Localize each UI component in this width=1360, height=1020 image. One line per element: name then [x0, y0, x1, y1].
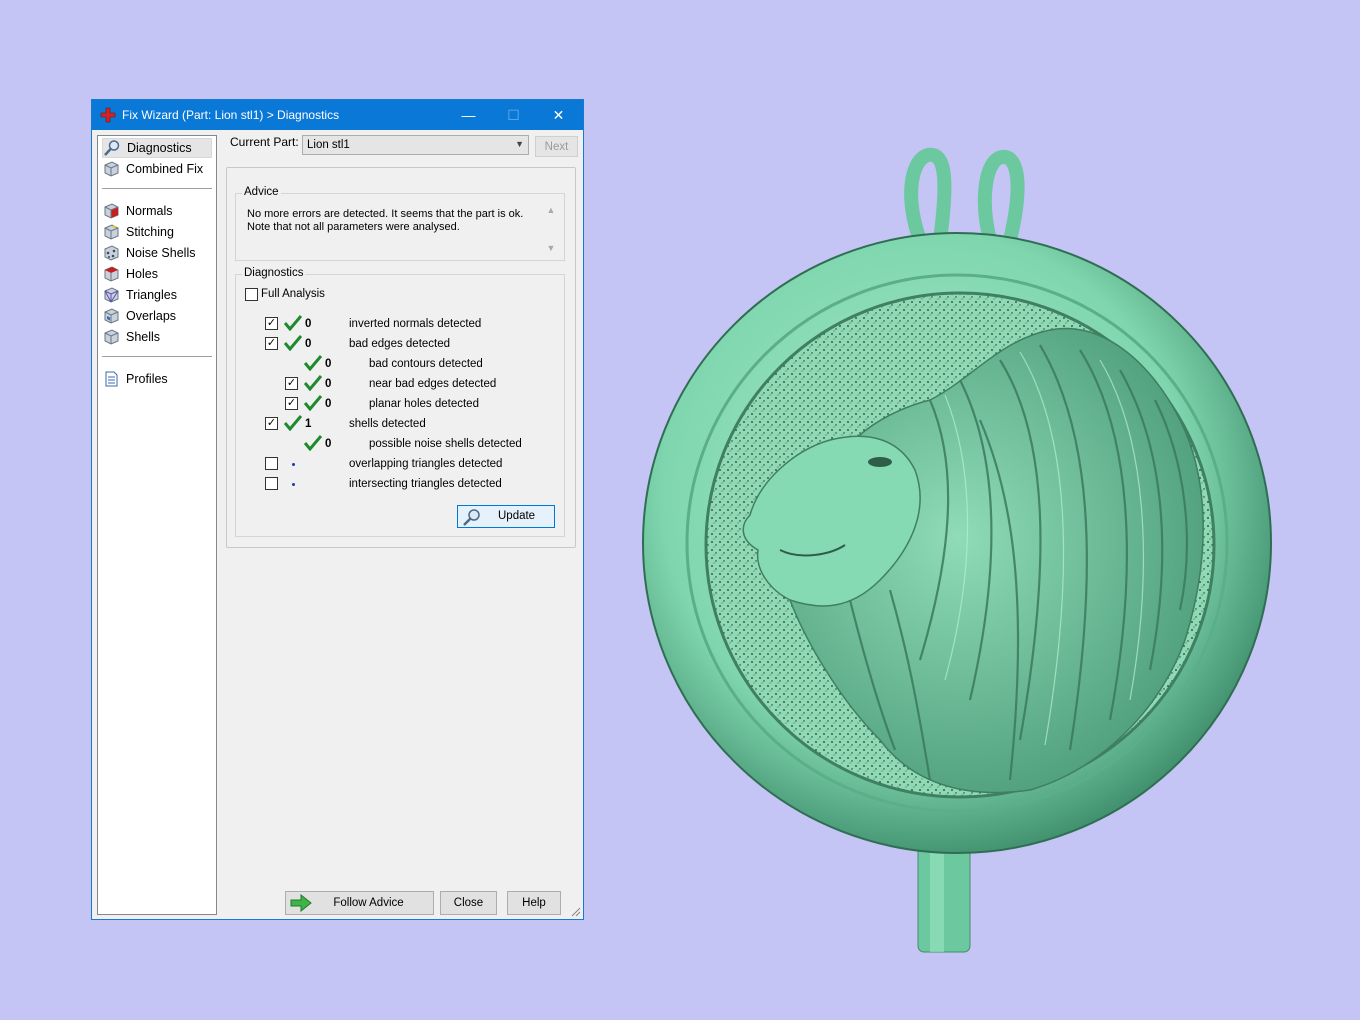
advice-scrollbar[interactable]: ▲ ▼	[544, 205, 558, 253]
pending-dot-icon	[292, 483, 295, 486]
intersecting-triangles-checkbox[interactable]	[265, 477, 278, 490]
magnifier-icon	[104, 140, 120, 156]
bad-contours-count: 0	[325, 358, 332, 370]
follow-advice-button[interactable]: Follow Advice	[285, 891, 434, 915]
nav-item-holes[interactable]: Holes	[102, 264, 212, 284]
nav-separator	[102, 188, 212, 189]
document-icon	[105, 371, 118, 387]
nav-label: Overlaps	[126, 309, 177, 323]
current-part-select[interactable]: Lion stl1 ▼	[302, 135, 529, 155]
current-part-value: Lion stl1	[307, 139, 350, 151]
nav-label: Stitching	[126, 225, 174, 239]
nav-item-shells[interactable]: Shells	[102, 327, 212, 347]
shells-count: 1	[305, 418, 312, 430]
maximize-button[interactable]: ☐	[491, 100, 536, 130]
check-ok-icon	[304, 435, 322, 451]
nav-label: Normals	[126, 204, 173, 218]
current-part-label: Current Part:	[230, 135, 299, 149]
pending-dot-icon	[292, 463, 295, 466]
pendant-bail	[904, 147, 1025, 243]
advice-line-2: Note that not all parameters were analys…	[247, 221, 460, 233]
model-viewport[interactable]	[630, 140, 1290, 970]
nav-label: Triangles	[126, 288, 177, 302]
shells-cube-icon	[104, 329, 119, 345]
nav-label: Shells	[126, 330, 161, 344]
normals-cube-icon	[104, 203, 119, 219]
overlapping-triangles-checkbox[interactable]	[265, 457, 278, 470]
nav-item-combined-fix[interactable]: Combined Fix	[102, 159, 212, 179]
nav-item-overlaps[interactable]: Overlaps	[102, 306, 212, 326]
noise-shells-count: 0	[325, 438, 332, 450]
shells-label: shells detected	[349, 418, 426, 430]
nav-label: Holes	[126, 267, 158, 281]
bad-edges-count: 0	[305, 338, 312, 350]
triangles-cube-icon	[104, 287, 119, 303]
update-label: Update	[498, 510, 536, 522]
fix-wizard-dialog: Fix Wizard (Part: Lion stl1) > Diagnosti…	[91, 99, 584, 920]
full-analysis-checkbox[interactable]	[245, 288, 258, 301]
near-bad-edges-count: 0	[325, 378, 332, 390]
nav-item-triangles[interactable]: Triangles	[102, 285, 212, 305]
inverted-normals-count: 0	[305, 318, 312, 330]
nav-label: Diagnostics	[127, 141, 192, 155]
holes-cube-icon	[104, 266, 119, 282]
nav-item-diagnostics[interactable]: Diagnostics	[102, 138, 212, 158]
nav-label: Noise Shells	[126, 246, 196, 260]
magnifier-icon	[463, 509, 480, 526]
diagnostics-legend: Diagnostics	[242, 267, 306, 279]
near-bad-edges-checkbox[interactable]: ✓	[285, 377, 298, 390]
close-button[interactable]: Close	[440, 891, 497, 915]
scroll-up-icon[interactable]: ▲	[547, 205, 556, 215]
bad-edges-checkbox[interactable]: ✓	[265, 337, 278, 350]
check-ok-icon	[304, 395, 322, 411]
stitching-cube-icon	[104, 224, 119, 240]
nav-label: Combined Fix	[126, 162, 204, 176]
arrow-right-icon	[290, 894, 312, 912]
nav-item-stitching[interactable]: Stitching	[102, 222, 212, 242]
nav-label: Profiles	[126, 372, 168, 386]
near-bad-edges-label: near bad edges detected	[369, 378, 497, 390]
close-window-button[interactable]: ✕	[536, 100, 581, 130]
overlapping-triangles-label: overlapping triangles detected	[349, 458, 503, 470]
bad-contours-label: bad contours detected	[369, 358, 483, 370]
advice-legend: Advice	[242, 186, 281, 198]
check-ok-icon	[304, 355, 322, 371]
nav-separator	[102, 356, 212, 357]
app-cross-icon	[100, 107, 116, 123]
check-ok-icon	[284, 315, 302, 331]
shells-checkbox[interactable]: ✓	[265, 417, 278, 430]
full-analysis-label: Full Analysis	[261, 288, 325, 300]
overlaps-cube-icon	[104, 308, 119, 324]
planar-holes-count: 0	[325, 398, 332, 410]
nav-item-profiles[interactable]: Profiles	[102, 369, 212, 389]
title-bar[interactable]: Fix Wizard (Part: Lion stl1) > Diagnosti…	[92, 100, 583, 130]
advice-line-1: No more errors are detected. It seems th…	[247, 208, 524, 220]
advice-text: No more errors are detected. It seems th…	[247, 208, 537, 234]
check-ok-icon	[284, 415, 302, 431]
nav-item-noise-shells[interactable]: Noise Shells	[102, 243, 212, 263]
inverted-normals-checkbox[interactable]: ✓	[265, 317, 278, 330]
noise-shells-label: possible noise shells detected	[369, 438, 522, 450]
chevron-down-icon: ▼	[515, 139, 524, 149]
scroll-down-icon[interactable]: ▼	[547, 243, 556, 253]
planar-holes-checkbox[interactable]: ✓	[285, 397, 298, 410]
bad-edges-label: bad edges detected	[349, 338, 451, 350]
minimize-button[interactable]: —	[446, 100, 491, 130]
nav-item-normals[interactable]: Normals	[102, 201, 212, 221]
cube-icon	[104, 161, 119, 177]
planar-holes-label: planar holes detected	[369, 398, 479, 410]
check-ok-icon	[304, 375, 322, 391]
resize-grip-icon[interactable]	[571, 907, 581, 917]
follow-advice-label: Follow Advice	[333, 897, 404, 909]
update-button[interactable]: Update	[457, 505, 555, 528]
help-button[interactable]: Help	[507, 891, 561, 915]
intersecting-triangles-label: intersecting triangles detected	[349, 478, 502, 490]
advice-group: Advice No more errors are detected. It s…	[235, 186, 565, 261]
inverted-normals-label: inverted normals detected	[349, 318, 482, 330]
wizard-nav: Diagnostics Combined Fix Normals Stitchi…	[97, 135, 217, 915]
noise-shells-icon	[104, 245, 119, 261]
window-title: Fix Wizard (Part: Lion stl1) > Diagnosti…	[122, 108, 340, 122]
check-ok-icon	[284, 335, 302, 351]
next-button[interactable]: Next	[535, 136, 578, 157]
